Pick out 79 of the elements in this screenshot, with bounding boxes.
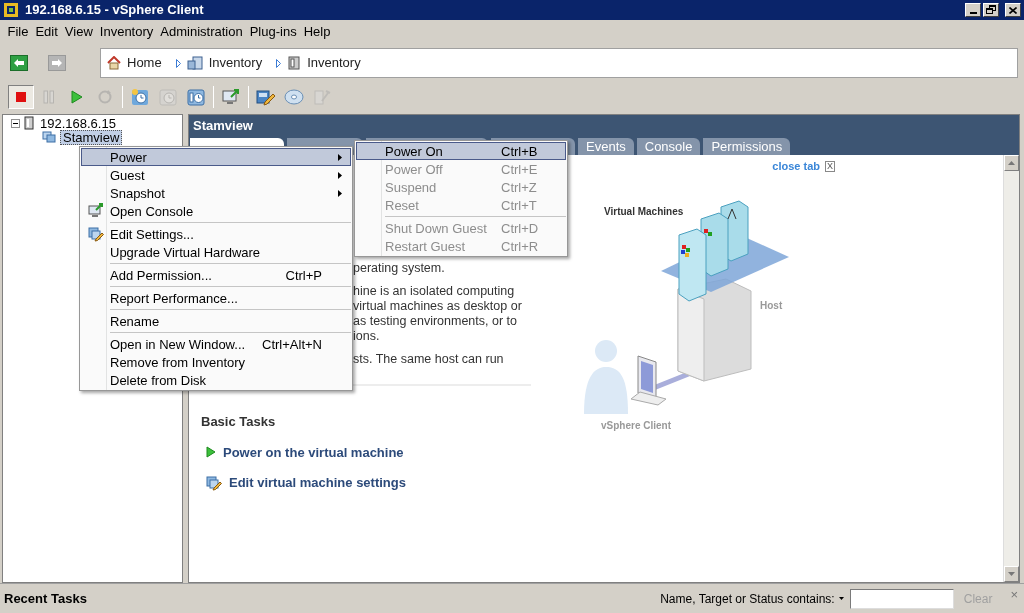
- menu-item[interactable]: Power On Ctrl+B: [356, 142, 566, 160]
- refresh-icon: [97, 89, 113, 105]
- menu-item[interactable]: Delete from Disk: [81, 371, 351, 389]
- clock-icon: [187, 88, 205, 106]
- back-button[interactable]: [10, 55, 28, 71]
- menu-item[interactable]: Snapshot: [81, 184, 351, 202]
- menu-item[interactable]: Add Permission... Ctrl+P: [81, 266, 351, 284]
- restore-button[interactable]: [983, 3, 999, 17]
- description-text: virtual machines as desktop or: [353, 299, 523, 314]
- play-icon: [71, 90, 83, 104]
- menu-bar-item[interactable]: Help: [300, 22, 334, 42]
- caret-icon: [175, 58, 181, 68]
- close-tab-button[interactable]: X: [825, 160, 835, 172]
- close-tab-link[interactable]: close tab: [772, 157, 820, 175]
- tree-item[interactable]: Stamview: [60, 129, 123, 145]
- house-icon: [107, 56, 121, 70]
- person-icon: [584, 340, 628, 414]
- diagram-label: Host: [760, 300, 783, 311]
- menu-item[interactable]: Power: [81, 148, 351, 166]
- scroll-up-icon: [1008, 161, 1015, 165]
- panel-title: Stamview: [193, 117, 253, 136]
- scroll-down-icon: [1008, 572, 1015, 576]
- caret-icon: [838, 597, 844, 600]
- clock-icon: [131, 88, 149, 106]
- play-icon: [206, 446, 216, 459]
- diagram-label: vSphere Client: [601, 420, 672, 431]
- stop-icon: [15, 91, 27, 103]
- minimize-button[interactable]: [965, 3, 981, 17]
- description-text: as testing environments, or to: [353, 314, 518, 329]
- scrollbar[interactable]: [1003, 155, 1019, 582]
- menu-item[interactable]: Open in New Window... Ctrl+Alt+N: [81, 335, 351, 353]
- pencil-icon: [88, 226, 104, 242]
- menu-bar-item[interactable]: View: [61, 22, 97, 42]
- menu-bar-item[interactable]: Edit: [31, 22, 62, 42]
- menu-bar-item[interactable]: File: [4, 22, 32, 42]
- filter-field[interactable]: [849, 588, 954, 609]
- forward-arrow-icon: [52, 59, 62, 67]
- close-button[interactable]: [1005, 3, 1021, 17]
- menu-item[interactable]: Rename: [81, 312, 351, 330]
- breadcrumb-item[interactable]: Home: [107, 53, 170, 73]
- caret-icon: [276, 58, 282, 68]
- toolbar-button[interactable]: [8, 85, 34, 109]
- task-link[interactable]: Power on the virtual machine: [223, 442, 404, 462]
- section-heading: Basic Tasks: [201, 413, 277, 431]
- menu-item[interactable]: Open Console: [81, 202, 351, 220]
- collapse-icon[interactable]: [11, 118, 20, 128]
- description-text: sts. The same host can run: [353, 352, 505, 367]
- description-text: perating system.: [353, 261, 446, 276]
- server-stack-icon: [186, 56, 203, 70]
- description-text: hine is an isolated computing: [353, 284, 516, 299]
- recent-tasks-title: Recent Tasks: [4, 589, 88, 608]
- pencil-icon: [206, 474, 222, 491]
- pencil-icon: [256, 88, 276, 106]
- menu-item[interactable]: Upgrade Virtual Hardware: [81, 243, 351, 261]
- menu-item[interactable]: Remove from Inventory: [81, 353, 351, 371]
- disc-icon: [284, 88, 304, 106]
- menu-bar-item[interactable]: Plug-ins: [246, 22, 301, 42]
- filter-dropdown[interactable]: Name, Target or Status contains:: [660, 589, 844, 608]
- back-arrow-icon: [14, 59, 24, 67]
- diagram-label: Virtual Machines: [604, 206, 684, 217]
- vm-icon: [42, 131, 56, 143]
- menu-item[interactable]: Edit Settings...: [81, 225, 351, 243]
- task-link[interactable]: Edit virtual machine settings: [229, 473, 406, 493]
- pause-icon: [43, 90, 55, 104]
- clock-icon: [159, 88, 177, 106]
- monitor-icon: [88, 203, 104, 219]
- breadcrumb-item[interactable]: Inventory: [186, 53, 271, 73]
- breadcrumb-item[interactable]: Inventory: [287, 53, 369, 73]
- menu-item[interactable]: Report Performance...: [81, 289, 351, 307]
- server-icon: [287, 56, 302, 70]
- menu-bar-item[interactable]: Administration: [156, 22, 247, 42]
- menu-bar-item[interactable]: Inventory: [96, 22, 157, 42]
- menu-item[interactable]: Guest: [81, 166, 351, 184]
- window-title: 192.168.6.15 - vSphere Client: [25, 1, 205, 20]
- tree-item[interactable]: 192.168.6.15: [38, 116, 118, 130]
- monitor-icon: [222, 88, 240, 106]
- wrench-icon: [313, 88, 331, 106]
- description-text: ions.: [353, 329, 381, 344]
- close-icon: [1009, 6, 1017, 14]
